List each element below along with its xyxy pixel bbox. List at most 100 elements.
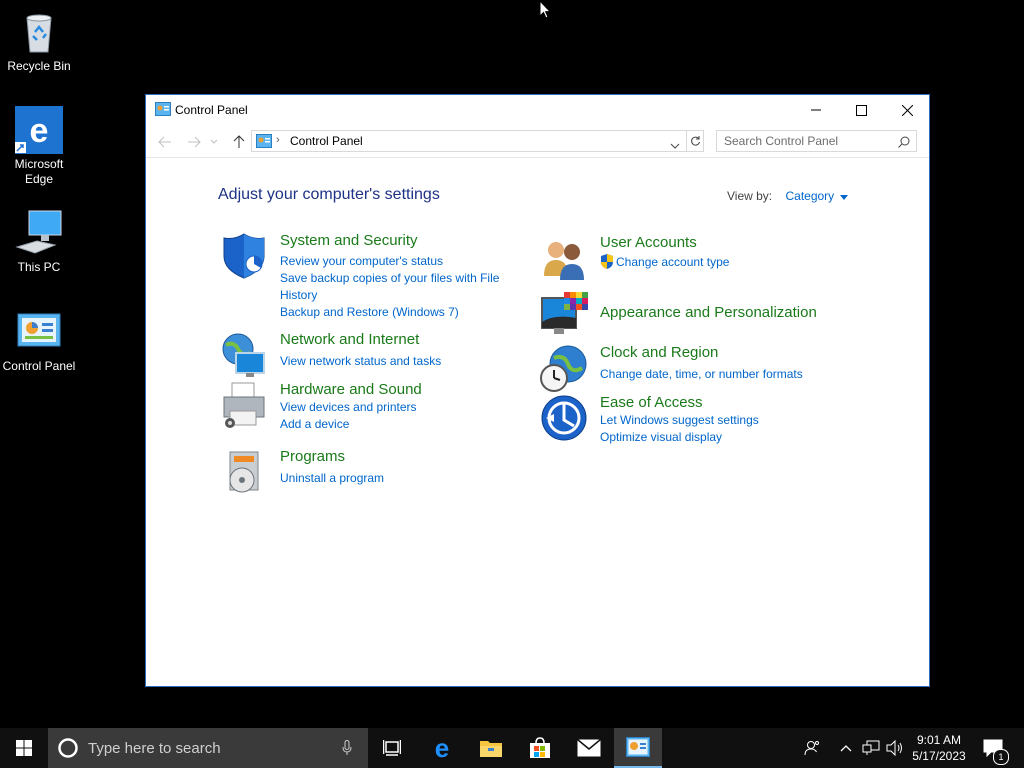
breadcrumb-control-panel[interactable]: Control Panel <box>290 134 363 148</box>
task-view-button[interactable] <box>368 728 416 768</box>
link-review-status[interactable]: Review your computer's status <box>280 253 499 270</box>
link-save-backup[interactable]: Save backup copies of your files with Fi… <box>280 270 499 287</box>
refresh-icon <box>691 136 700 146</box>
network-tray-button[interactable] <box>860 728 882 768</box>
taskbar-control-panel-button[interactable] <box>614 728 662 768</box>
volume-tray-button[interactable] <box>884 728 906 768</box>
category-title[interactable]: System and Security <box>280 232 418 249</box>
mouse-cursor <box>539 0 551 19</box>
show-hidden-icons-button[interactable] <box>836 728 856 768</box>
svg-text:e: e <box>435 736 449 760</box>
microphone-icon[interactable] <box>342 740 352 756</box>
desktop-icon-control-panel[interactable]: Control Panel <box>0 308 78 374</box>
desktop-icon-label: Microsoft Edge <box>14 157 64 186</box>
search-input[interactable]: Search Control Panel <box>716 130 917 152</box>
title-bar[interactable]: Control Panel <box>146 95 929 125</box>
recent-locations-button[interactable] <box>209 133 219 151</box>
back-button[interactable] <box>156 133 174 151</box>
people-icon <box>804 741 819 756</box>
address-bar[interactable]: › Control Panel <box>251 130 704 152</box>
page-heading: Adjust your computer's settings <box>218 186 440 203</box>
view-by-value: Category <box>785 189 835 203</box>
link-change-account-type[interactable]: Change account type <box>600 254 729 271</box>
printer-icon[interactable] <box>220 381 268 429</box>
view-by-label: View by: <box>727 189 773 203</box>
link-view-devices-printers[interactable]: View devices and printers <box>280 399 417 416</box>
refresh-button[interactable] <box>686 130 704 152</box>
link-uninstall-program[interactable]: Uninstall a program <box>280 470 384 487</box>
maximize-button[interactable] <box>838 95 884 125</box>
link-let-windows-suggest[interactable]: Let Windows suggest settings <box>600 412 759 429</box>
taskbar-search-placeholder: Type here to search <box>88 740 221 757</box>
category-title[interactable]: Clock and Region <box>600 344 718 361</box>
forward-button[interactable] <box>185 133 203 151</box>
link-change-account-type-label: Change account type <box>616 255 730 269</box>
link-view-network-status[interactable]: View network status and tasks <box>280 353 441 370</box>
users-icon[interactable] <box>540 234 588 282</box>
taskbar-search-box[interactable]: Type here to search <box>48 728 368 768</box>
clock-button[interactable]: 9:01 AM 5/17/2023 <box>908 728 970 768</box>
category-title[interactable]: Appearance and Personalization <box>600 304 817 321</box>
minimize-button[interactable] <box>793 95 839 125</box>
link-optimize-visual-display[interactable]: Optimize visual display <box>600 429 759 446</box>
clock-date: 5/17/2023 <box>912 749 966 763</box>
link-change-date-time[interactable]: Change date, time, or number formats <box>600 366 803 383</box>
clock-globe-icon[interactable] <box>540 344 588 392</box>
view-by-dropdown[interactable]: Category <box>785 189 848 203</box>
control-panel-icon <box>626 737 650 757</box>
category-title[interactable]: User Accounts <box>600 234 697 251</box>
control-panel-crumb-icon <box>256 134 272 153</box>
chevron-down-icon <box>670 143 680 149</box>
up-button[interactable] <box>230 133 248 151</box>
chevron-up-icon <box>840 745 852 752</box>
link-save-backup-cont[interactable]: History <box>280 287 499 304</box>
start-button[interactable] <box>0 728 48 768</box>
desktop-icon-microsoft-edge[interactable]: e Microsoft Edge <box>0 106 78 187</box>
taskbar-mail-button[interactable] <box>565 728 613 768</box>
back-arrow-icon <box>158 136 171 148</box>
ease-of-access-icon[interactable] <box>540 394 588 442</box>
view-by: View by: Category <box>727 189 848 203</box>
navigation-bar: › Control Panel Search Control Panel <box>146 125 929 158</box>
category-title[interactable]: Ease of Access <box>600 394 703 411</box>
action-center-button[interactable]: 1 <box>978 728 1009 768</box>
mail-icon <box>577 739 601 757</box>
recycle-bin-icon <box>15 8 63 56</box>
search-icon[interactable] <box>898 135 910 153</box>
windows-logo-icon <box>16 740 32 756</box>
task-view-icon <box>383 740 401 756</box>
close-button[interactable] <box>884 95 930 125</box>
people-button[interactable] <box>800 728 824 768</box>
notification-count-badge: 1 <box>993 749 1009 765</box>
programs-disc-icon[interactable] <box>220 448 268 496</box>
network-globe-icon[interactable] <box>220 331 268 379</box>
category-title[interactable]: Hardware and Sound <box>280 381 422 398</box>
desktop-icon-this-pc[interactable]: This PC <box>0 209 78 275</box>
taskbar: Type here to search e 9:01 AM 5/17/2023 … <box>0 728 1024 768</box>
taskbar-store-button[interactable] <box>516 728 564 768</box>
caret-down-icon <box>839 195 848 200</box>
cortana-circle-icon <box>58 738 78 758</box>
address-dropdown-button[interactable] <box>670 137 680 155</box>
taskbar-file-explorer-button[interactable] <box>467 728 515 768</box>
breadcrumb-separator-icon[interactable]: › <box>276 134 280 146</box>
link-backup-restore[interactable]: Backup and Restore (Windows 7) <box>280 304 499 321</box>
monitor-palette-icon[interactable] <box>540 292 588 340</box>
control-panel-small-icon <box>155 102 171 116</box>
window-title: Control Panel <box>175 103 248 117</box>
desktop-icon-label: Recycle Bin <box>7 59 71 73</box>
forward-arrow-icon <box>188 136 201 148</box>
control-panel-window: Control Panel › Control Panel Search Con… <box>145 94 930 687</box>
control-panel-content: Adjust your computer's settings View by:… <box>146 158 929 686</box>
desktop-icon-recycle-bin[interactable]: Recycle Bin <box>0 8 78 74</box>
folder-icon <box>480 741 502 757</box>
taskbar-edge-button[interactable]: e <box>418 728 466 768</box>
category-title[interactable]: Programs <box>280 448 345 465</box>
link-add-device[interactable]: Add a device <box>280 416 417 433</box>
category-title[interactable]: Network and Internet <box>280 331 419 348</box>
minimize-icon <box>811 109 821 111</box>
control-panel-icon <box>15 308 63 356</box>
uac-shield-icon <box>601 254 613 269</box>
desktop-icon-label: This PC <box>17 260 61 274</box>
shield-icon[interactable] <box>220 232 268 280</box>
